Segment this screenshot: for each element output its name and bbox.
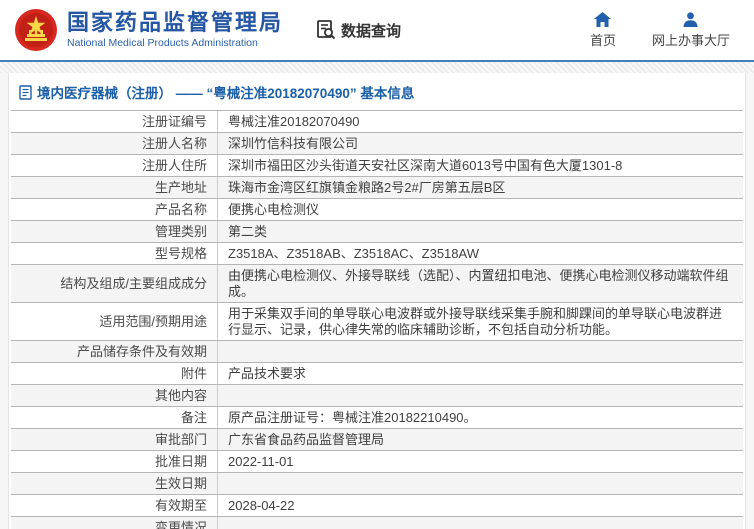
table-row-change-status: 变更情况 — [11, 516, 743, 529]
page-title-text: 境内医疗器械（注册） —— “粤械注准20182070490” 基本信息 — [37, 86, 415, 101]
row-label: 生效日期 — [11, 473, 218, 494]
row-label: 其他内容 — [11, 385, 218, 406]
row-value: 粤械注准20182070490 — [228, 114, 360, 129]
row-label: 注册人名称 — [11, 133, 218, 154]
row-value — [218, 517, 743, 529]
row-value: 深圳竹信科技有限公司 — [228, 136, 359, 151]
row-label: 产品储存条件及有效期 — [11, 341, 218, 362]
org-name-en: National Medical Products Administration — [67, 36, 258, 49]
row-value: 由便携心电检测仪、外接导联线（选配）、内置纽扣电池、便携心电检测仪移动端软件组成… — [228, 268, 729, 299]
table-row-intended-use: 适用范围/预期用途 用于采集双手间的单导联心电波群或外接导联线采集手腕和脚踝间的… — [11, 302, 743, 340]
row-value — [218, 473, 743, 494]
table-row-registrant-address: 注册人住所 深圳市福田区沙头街道天安社区深南大道6013号中国有色大厦1301-… — [11, 154, 743, 176]
table-row-remarks: 备注 原产品注册证号：粤械注准20182210490。 — [11, 406, 743, 428]
row-value: Z3518A、Z3518AB、Z3518AC、Z3518AW — [228, 246, 479, 261]
row-value — [218, 385, 743, 406]
table-row-composition: 结构及组成/主要组成成分 由便携心电检测仪、外接导联线（选配）、内置纽扣电池、便… — [11, 264, 743, 302]
row-label: 产品名称 — [11, 199, 218, 220]
row-label: 批准日期 — [11, 451, 218, 472]
site-header: 国家药品监督管理局 National Medical Products Admi… — [0, 0, 754, 62]
table-row-registrant-name: 注册人名称 深圳竹信科技有限公司 — [11, 132, 743, 154]
row-value — [218, 341, 743, 362]
row-label: 有效期至 — [11, 495, 218, 516]
row-value: 广东省食品药品监督管理局 — [228, 432, 385, 447]
nav-home[interactable]: 首页 — [589, 11, 616, 49]
table-row-attachment: 附件 产品技术要求 — [11, 362, 743, 384]
row-label: 变更情况 — [11, 517, 218, 529]
table-row-reg-number: 注册证编号 粤械注准20182070490 — [11, 110, 743, 132]
row-value: 用于采集双手间的单导联心电波群或外接导联线采集手腕和脚踝间的单导联心电波群进行显… — [228, 306, 723, 337]
row-label: 适用范围/预期用途 — [11, 303, 218, 340]
table-row-model-spec: 型号规格 Z3518A、Z3518AB、Z3518AC、Z3518AW — [11, 242, 743, 264]
nav-service-hall[interactable]: 网上办事大厅 — [651, 11, 730, 49]
table-row-other-content: 其他内容 — [11, 384, 743, 406]
decorative-strip — [0, 62, 754, 73]
person-icon — [683, 11, 698, 27]
row-value: 第二类 — [228, 224, 268, 239]
row-value: 珠海市金湾区红旗镇金粮路2号2#厂房第五层B区 — [228, 180, 506, 195]
row-label: 审批部门 — [11, 429, 218, 450]
data-query-label: 数据查询 — [341, 22, 402, 40]
data-query-tab[interactable]: 数据查询 — [315, 19, 401, 41]
row-label: 管理类别 — [11, 221, 218, 242]
home-icon — [594, 11, 612, 27]
row-value: 2028-04-22 — [228, 498, 295, 513]
table-row-valid-until: 有效期至 2028-04-22 — [11, 494, 743, 516]
nav-home-label: 首页 — [589, 32, 616, 48]
page-title: 境内医疗器械（注册） —— “粤械注准20182070490” 基本信息 — [9, 73, 745, 110]
brand-logo-block[interactable]: 国家药品监督管理局 National Medical Products Admi… — [14, 8, 283, 52]
national-emblem-icon — [15, 9, 57, 51]
registration-info-table: 注册证编号 粤械注准20182070490 注册人名称 深圳竹信科技有限公司 注… — [11, 110, 743, 529]
row-label: 注册人住所 — [11, 155, 218, 176]
row-value: 产品技术要求 — [228, 366, 307, 381]
row-label: 附件 — [11, 363, 218, 384]
row-label: 结构及组成/主要组成成分 — [11, 265, 218, 302]
row-value: 2022-11-01 — [228, 454, 294, 469]
row-label: 生产地址 — [11, 177, 218, 198]
row-value: 原产品注册证号：粤械注准20182210490。 — [228, 410, 477, 425]
table-row-storage-conditions: 产品储存条件及有效期 — [11, 340, 743, 362]
row-label: 备注 — [11, 407, 218, 428]
table-row-effective-date: 生效日期 — [11, 472, 743, 494]
top-nav: 首页 网上办事大厅 — [589, 11, 730, 49]
nav-service-hall-label: 网上办事大厅 — [651, 32, 730, 48]
table-row-approval-date: 批准日期 2022-11-01 — [11, 450, 743, 472]
document-icon — [19, 84, 32, 100]
row-value: 深圳市福田区沙头街道天安社区深南大道6013号中国有色大厦1301-8 — [228, 158, 623, 173]
org-name-cn: 国家药品监督管理局 — [67, 9, 284, 35]
row-label: 注册证编号 — [11, 111, 218, 132]
content-panel: 境内医疗器械（注册） —— “粤械注准20182070490” 基本信息 注册证… — [8, 73, 746, 529]
table-row-approval-department: 审批部门 广东省食品药品监督管理局 — [11, 428, 743, 450]
table-row-product-name: 产品名称 便携心电检测仪 — [11, 198, 743, 220]
table-row-management-class: 管理类别 第二类 — [11, 220, 743, 242]
row-value: 便携心电检测仪 — [228, 202, 320, 217]
table-row-production-address: 生产地址 珠海市金湾区红旗镇金粮路2号2#厂房第五层B区 — [11, 176, 743, 198]
row-label: 型号规格 — [11, 243, 218, 264]
document-search-icon — [317, 20, 336, 40]
